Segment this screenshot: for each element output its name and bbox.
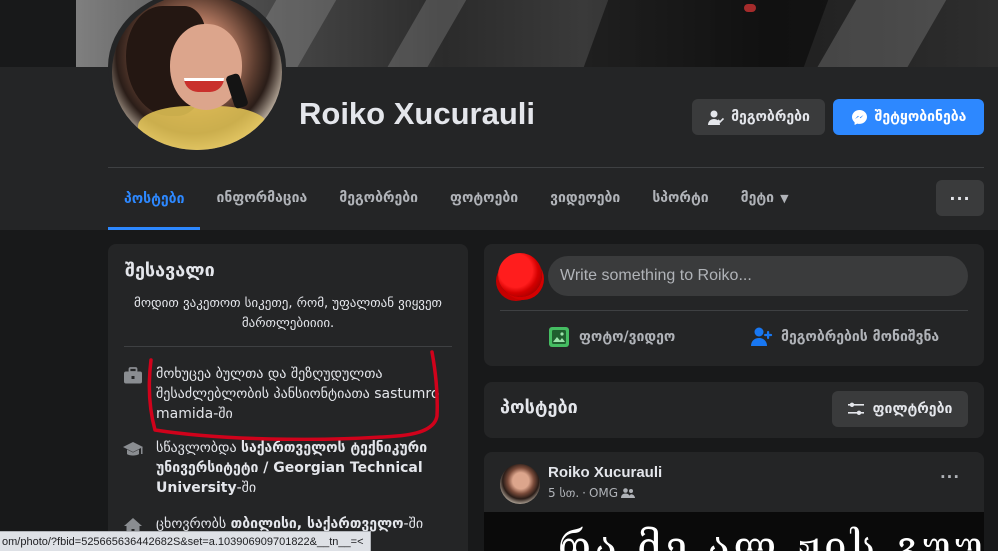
posts-title: პოსტები (500, 397, 578, 418)
composer-divider (500, 310, 968, 311)
intro-location-suffix: -ში (403, 516, 424, 532)
intro-work-text: მოხუცეა ბულთა და შეზღუდულთა შესაძლებლობი… (156, 366, 440, 422)
composer-input[interactable]: Write something to Roiko... (548, 256, 968, 296)
intro-location-city[interactable]: თბილისი, საქართველო (231, 516, 404, 532)
tab-about[interactable]: ინფორმაცია (200, 168, 323, 228)
tab-friends[interactable]: მეგობრები (323, 168, 434, 228)
intro-divider (124, 346, 452, 347)
tab-sports[interactable]: სპორტი (636, 168, 724, 228)
graduation-cap-icon (122, 439, 144, 461)
photo-icon (547, 325, 571, 349)
profile-tabs: პოსტები ინფორმაცია მეგობრები ფოტოები ვიდ… (108, 168, 805, 230)
composer-avatar[interactable] (498, 253, 542, 297)
friends-icon[interactable] (621, 487, 636, 499)
friends-button-label: მეგობრები (731, 109, 810, 125)
filters-label: ფილტრები (872, 401, 953, 417)
tab-more[interactable]: მეტი ▼ (725, 168, 805, 228)
tab-more-label: მეტი (740, 190, 775, 206)
post-composer: Write something to Roiko... ფოტო/ვიდეო მ… (484, 244, 984, 366)
intro-location-prefix: ცხოვრობს (156, 516, 231, 532)
tab-photos[interactable]: ფოტოები (434, 168, 534, 228)
filter-sliders-icon (848, 401, 865, 418)
tag-friends-label: მეგობრების მონიშვნა (781, 329, 940, 345)
tag-friends-icon (749, 325, 773, 349)
friends-button[interactable]: მეგობრები (692, 99, 825, 135)
friend-check-icon (707, 109, 725, 126)
post-time[interactable]: 5 სთ. (548, 486, 579, 500)
tab-posts[interactable]: პოსტები (108, 168, 201, 230)
intro-bio: მოდით ვაკეთოთ სიკეთე, რომ, უფალთან ვიყვე… (134, 296, 442, 331)
photo-video-label: ფოტო/ვიდეო (579, 329, 676, 345)
post-author-avatar[interactable] (500, 464, 540, 504)
photo-video-button[interactable]: ფოტო/ვიდეო (547, 322, 675, 352)
message-button-label: შეტყობინება (874, 109, 967, 125)
messenger-icon (851, 109, 868, 126)
intro-education: სწავლობდა საქართველოს ტექნიკური უნივერსი… (122, 438, 456, 498)
intro-education-prefix: სწავლობდა (156, 440, 242, 456)
more-options-button[interactable]: ··· (936, 180, 984, 216)
profile-avatar[interactable] (112, 0, 282, 150)
briefcase-icon (122, 365, 144, 387)
filters-button[interactable]: ფილტრები (832, 391, 968, 427)
post-card: Roiko Xucurauli 5 სთ. · OMG ··· რა მე ალ… (484, 452, 984, 551)
posts-header: პოსტები ფილტრები (484, 382, 984, 438)
profile-page: Roiko Xucurauli მეგობრები შეტყობინება პო… (0, 0, 998, 551)
post-author-name[interactable]: Roiko Xucurauli (548, 464, 662, 481)
post-media-text: რა მე ალ ჟის გუურს (558, 524, 984, 551)
message-button[interactable]: შეტყობინება (833, 99, 984, 135)
intro-card: შესავალი მოდით ვაკეთოთ სიკეთე, რომ, უფალ… (108, 244, 468, 551)
status-bar-url: om/photo/?fbid=525665636442682S&set=a.10… (0, 531, 371, 551)
tag-friends-button[interactable]: მეგობრების მონიშვნა (749, 322, 939, 352)
post-options-button[interactable]: ··· (932, 468, 968, 492)
profile-name: Roiko Xucurauli (299, 96, 535, 131)
intro-education-suffix: -ში (236, 480, 257, 496)
intro-title: შესავალი (125, 260, 215, 281)
tab-videos[interactable]: ვიდეოები (534, 168, 636, 228)
post-meta: 5 სთ. · OMG (548, 486, 636, 500)
post-location[interactable]: OMG (589, 486, 618, 500)
caret-down-icon: ▼ (780, 191, 789, 205)
intro-work: მოხუცეა ბულთა და შეზღუდულთა შესაძლებლობი… (122, 364, 456, 424)
post-meta-separator: · (582, 486, 586, 500)
post-media[interactable]: რა მე ალ ჟის გუურს (484, 512, 984, 551)
